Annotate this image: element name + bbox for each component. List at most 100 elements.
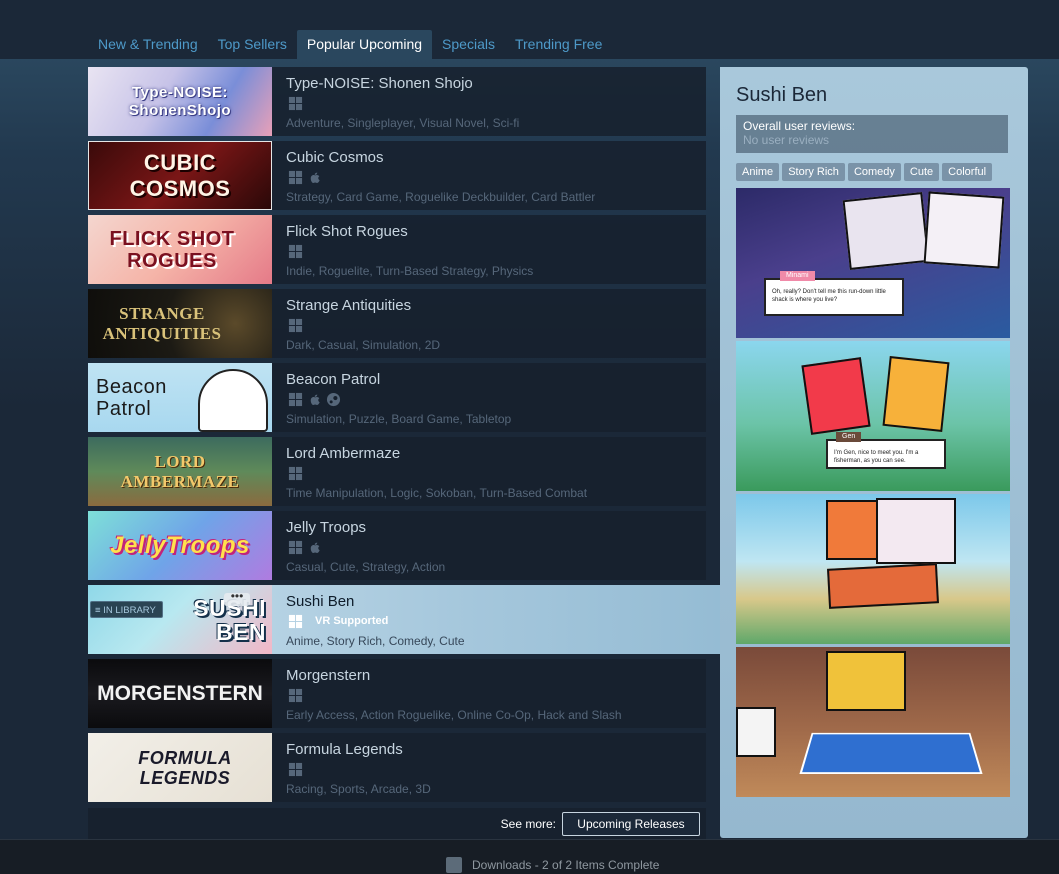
- game-row-lord-ambermaze[interactable]: LORD AMBERMAZE Lord Ambermaze Time Manip…: [88, 437, 706, 506]
- steam-icon: [326, 392, 341, 406]
- comic-panel: [876, 498, 956, 564]
- platform-icons: [288, 761, 303, 777]
- screenshot-strip: Minami Oh, really? Don't tell me this ru…: [736, 188, 1010, 800]
- windows-icon: [288, 688, 303, 702]
- tag-chip: Comedy: [847, 163, 901, 181]
- dialogue-text: I'm Gen, nice to meet you. I'm a fisherm…: [834, 450, 919, 464]
- game-title: Morgenstern: [286, 667, 371, 684]
- see-more-bar: See more: Upcoming Releases: [88, 808, 706, 839]
- comic-panel: [923, 191, 1005, 269]
- game-row-type-noise[interactable]: Type-NOISE: ShonenShojo Type-NOISE: Shon…: [88, 67, 706, 136]
- game-row-formula-legends[interactable]: FORMULA LEGENDS Formula Legends Racing, …: [88, 733, 706, 802]
- tab-trending-free[interactable]: Trending Free: [505, 30, 612, 59]
- apple-icon: [310, 394, 320, 405]
- game-capsule-image: MORGENSTERN: [88, 659, 272, 728]
- tab-popular-upcoming[interactable]: Popular Upcoming: [296, 30, 433, 59]
- game-capsule-image: Type-NOISE: ShonenShojo: [88, 67, 272, 136]
- platform-icons: [288, 465, 303, 481]
- downloads-footer[interactable]: Downloads - 2 of 2 Items Complete: [0, 839, 1059, 874]
- platform-icons: [288, 687, 303, 703]
- windows-icon: [288, 540, 303, 554]
- dialogue-speaker: Gen: [836, 432, 862, 442]
- game-list: Type-NOISE: ShonenShojo Type-NOISE: Shon…: [88, 67, 720, 807]
- game-title: Type-NOISE: Shonen Shojo: [286, 75, 473, 92]
- platform-icons: [288, 317, 303, 333]
- game-tags: Indie, Roguelite, Turn-Based Strategy, P…: [286, 264, 534, 278]
- tag-chip: Story Rich: [782, 163, 845, 181]
- game-row-flick-shot-rogues[interactable]: FLICK SHOT ROGUES Flick Shot Rogues Indi…: [88, 215, 706, 284]
- game-row-jelly-troops[interactable]: JellyTroops Jelly Troops Casual, Cute, S…: [88, 511, 706, 580]
- capsule-logo: JellyTroops: [110, 531, 250, 559]
- game-detail-panel: Sushi Ben Overall user reviews: No user …: [720, 67, 1028, 838]
- in-library-label: IN LIBRARY: [103, 605, 156, 616]
- tab-new-trending[interactable]: New & Trending: [88, 30, 208, 59]
- tab-top-sellers[interactable]: Top Sellers: [208, 30, 297, 59]
- dialogue-box: Gen I'm Gen, nice to meet you. I'm a fis…: [826, 432, 946, 469]
- detail-title: Sushi Ben: [736, 84, 828, 106]
- game-capsule-image: FLICK SHOT ROGUES: [88, 215, 272, 284]
- capsule-logo: FORMULA LEGENDS: [138, 747, 232, 788]
- apple-icon: [310, 542, 320, 553]
- game-title: Jelly Troops: [286, 519, 367, 536]
- game-row-sushi-ben[interactable]: SUSHI BEN ≡ IN LIBRARY ••• Sushi Ben VR …: [88, 585, 720, 654]
- dialogue-speaker: Minami: [780, 271, 815, 281]
- screenshot-3: [736, 494, 1010, 644]
- dialogue-box: Minami Oh, really? Don't tell me this ru…: [764, 271, 904, 316]
- comic-panel: [801, 357, 871, 435]
- platform-icons: VR Supported: [288, 613, 388, 629]
- comic-panel: [882, 356, 950, 432]
- upcoming-releases-button[interactable]: Upcoming Releases: [562, 812, 700, 836]
- game-tags: Casual, Cute, Strategy, Action: [286, 560, 446, 574]
- game-tags: Simulation, Puzzle, Board Game, Tabletop: [286, 412, 512, 426]
- platform-icons: [288, 391, 341, 407]
- ping-pong-table: [799, 732, 983, 775]
- game-tags: Early Access, Action Roguelike, Online C…: [286, 708, 622, 722]
- game-row-beacon-patrol[interactable]: Beacon Patrol Beacon Patrol Simulation, …: [88, 363, 706, 432]
- more-options-button[interactable]: •••: [224, 590, 250, 606]
- tag-chip: Anime: [736, 163, 780, 181]
- game-capsule-image: JellyTroops: [88, 511, 272, 580]
- reviews-label: Overall user reviews:: [743, 119, 856, 133]
- game-title: Strange Antiquities: [286, 297, 412, 314]
- tab-specials[interactable]: Specials: [432, 30, 505, 59]
- dialogue-text: Oh, really? Don't tell me this run-down …: [772, 289, 886, 303]
- screenshot-4: [736, 647, 1010, 797]
- game-capsule-image: CUBIC COSMOS: [88, 141, 272, 210]
- windows-icon: [288, 170, 303, 184]
- game-title: Sushi Ben: [286, 593, 355, 610]
- capsule-logo: MORGENSTERN: [97, 681, 263, 705]
- comic-panel: [826, 651, 906, 711]
- game-title: Formula Legends: [286, 741, 403, 758]
- capsule-logo: Type-NOISE: ShonenShojo: [128, 83, 232, 119]
- comic-panel: [842, 192, 930, 270]
- windows-icon: [288, 762, 303, 776]
- platform-icons: [288, 95, 303, 111]
- see-more-label: See more:: [500, 817, 556, 831]
- capsule-logo: FLICK SHOT ROGUES: [109, 227, 235, 272]
- game-row-cubic-cosmos[interactable]: CUBIC COSMOS Cubic Cosmos Strategy, Card…: [88, 141, 706, 210]
- review-summary: Overall user reviews: No user reviews: [736, 115, 1008, 153]
- game-capsule-image: FORMULA LEGENDS: [88, 733, 272, 802]
- comic-panel: [827, 563, 939, 609]
- category-tabs: New & Trending Top Sellers Popular Upcom…: [88, 30, 612, 59]
- detail-tags: Anime Story Rich Comedy Cute Colorful: [736, 163, 993, 181]
- game-row-strange-antiquities[interactable]: STRANGE ANTIQUITIES Strange Antiquities …: [88, 289, 706, 358]
- game-capsule-image: LORD AMBERMAZE: [88, 437, 272, 506]
- capsule-logo: STRANGE ANTIQUITIES: [102, 303, 222, 343]
- platform-icons: [288, 243, 303, 259]
- vr-supported-label: VR Supported: [315, 615, 389, 627]
- reviews-value: No user reviews: [743, 133, 830, 147]
- comic-panel: [736, 707, 776, 757]
- game-title: Beacon Patrol: [286, 371, 381, 388]
- game-capsule-image: SUSHI BEN ≡ IN LIBRARY •••: [88, 585, 272, 654]
- game-title: Flick Shot Rogues: [286, 223, 408, 240]
- tag-chip: Cute: [903, 163, 940, 181]
- game-tags: Dark, Casual, Simulation, 2D: [286, 338, 441, 352]
- game-tags: Time Manipulation, Logic, Sokoban, Turn-…: [286, 486, 588, 500]
- game-tags: Anime, Story Rich, Comedy, Cute: [286, 634, 465, 648]
- game-row-morgenstern[interactable]: MORGENSTERN Morgenstern Early Access, Ac…: [88, 659, 706, 728]
- capsule-logo: CUBIC COSMOS: [129, 149, 231, 201]
- game-tags: Strategy, Card Game, Roguelike Deckbuild…: [286, 190, 596, 204]
- platform-icons: [288, 539, 322, 555]
- tag-chip: Colorful: [942, 163, 993, 181]
